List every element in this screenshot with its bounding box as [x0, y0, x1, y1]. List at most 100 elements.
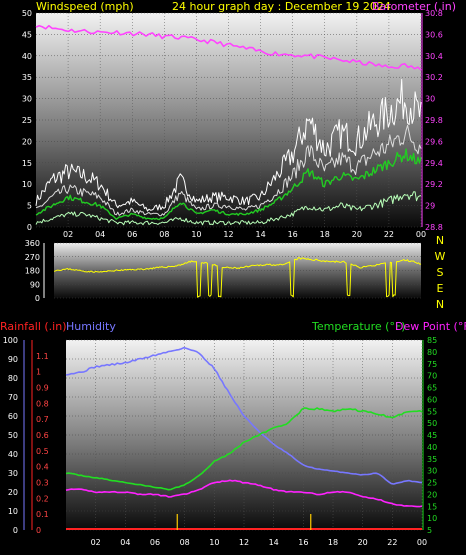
temperature-tick-label: 15 [427, 502, 437, 511]
rainfall-tick-label: 0.5 [36, 447, 49, 456]
wind-x-tick-label: 08 [159, 230, 169, 239]
temperature-tick-label: 5 [427, 526, 432, 535]
windspeed-tick-label: 35 [22, 73, 32, 82]
rainfall-tick-label: 0.2 [36, 494, 49, 503]
temperature-x-tick-label: 12 [239, 538, 249, 547]
temperature-tick-label: 75 [427, 360, 437, 369]
wind-x-tick-label: 16 [288, 230, 298, 239]
humidity-tick-label: 20 [8, 488, 18, 497]
temperature-x-tick-label: 10 [209, 538, 219, 547]
compass-label: N [436, 234, 444, 247]
temperature-tick-label: 65 [427, 384, 437, 393]
windspeed-tick-label: 40 [22, 52, 32, 61]
wind-x-tick-label: 12 [223, 230, 233, 239]
windspeed-tick-label: 10 [22, 180, 32, 189]
humidity-tick-label: 0 [13, 526, 18, 535]
direction-tick-label: 360 [25, 239, 40, 248]
humidity-tick-label: 30 [8, 469, 18, 478]
windspeed-tick-label: 45 [22, 30, 32, 39]
temperature-x-tick-label: 16 [298, 538, 308, 547]
direction-tick-label: 270 [25, 253, 40, 262]
rainfall-tick-label: 0.1 [36, 510, 49, 519]
rainfall-tick-label: 0.3 [36, 479, 49, 488]
direction-tick-label: 90 [30, 280, 40, 289]
compass-label: W [435, 250, 446, 263]
rainfall-tick-label: 0.4 [36, 463, 49, 472]
humidity-tick-label: 10 [8, 507, 18, 516]
rainfall-axis-label: Rainfall (.in) [0, 320, 67, 333]
temperature-axis-label: Temperature (°F) [311, 320, 406, 333]
temperature-tick-label: 30 [427, 467, 437, 476]
rainfall-tick-label: 0.8 [36, 399, 49, 408]
barometer-tick-label: 30.2 [425, 73, 443, 82]
chart-title: 24 hour graph day : December 19 2024 [172, 0, 391, 13]
temperature-x-tick-label: 20 [358, 538, 368, 547]
compass-label: E [437, 282, 444, 295]
barometer-tick-label: 29 [425, 202, 435, 211]
temperature-tick-label: 40 [427, 443, 437, 452]
rainfall-tick-label: 0 [36, 526, 41, 535]
temperature-x-tick-label: 06 [150, 538, 160, 547]
windspeed-tick-label: 50 [22, 9, 32, 18]
temperature-tick-label: 80 [427, 348, 437, 357]
humidity-tick-label: 100 [3, 336, 18, 345]
humidity-tick-label: 50 [8, 431, 18, 440]
direction-tick-label: 0 [35, 294, 40, 303]
temperature-tick-label: 50 [427, 419, 437, 428]
barometer-tick-label: 30.8 [425, 9, 443, 18]
barometer-tick-label: 29.2 [425, 180, 443, 189]
wind-x-tick-label: 04 [95, 230, 105, 239]
temperature-x-tick-label: 02 [91, 538, 101, 547]
temperature-tick-label: 85 [427, 336, 437, 345]
barometer-tick-label: 30.4 [425, 52, 443, 61]
barometer-tick-label: 30 [425, 95, 435, 104]
barometer-tick-label: 29.4 [425, 159, 443, 168]
barometer-tick-label: 30.6 [425, 30, 443, 39]
direction-panel-axes: 0 90 180 270 360 [25, 239, 45, 303]
barometer-axis-label: Barometer (.in) [372, 0, 456, 13]
windspeed-tick-label: 25 [22, 116, 32, 125]
rainfall-tick-label: 0.9 [36, 384, 49, 393]
compass-labels: NWSEN [435, 234, 446, 311]
windspeed-tick-label: 15 [22, 159, 32, 168]
windspeed-tick-label: 30 [22, 95, 32, 104]
temperature-x-tick-label: 22 [387, 538, 397, 547]
wind-x-tick-label: 10 [191, 230, 201, 239]
barometer-tick-label: 28.8 [425, 223, 443, 232]
temperature-tick-label: 70 [427, 372, 437, 381]
temperature-tick-label: 60 [427, 395, 437, 404]
windspeed-tick-label: 5 [27, 202, 32, 211]
temperature-tick-label: 10 [427, 514, 437, 523]
wind-x-tick-label: 20 [352, 230, 362, 239]
temperature-x-tick-label: 08 [180, 538, 190, 547]
dewpoint-axis-label: Dew Point (°F) [395, 320, 466, 333]
temperature-tick-label: 25 [427, 479, 437, 488]
humidity-tick-label: 60 [8, 412, 18, 421]
temperature-tick-label: 35 [427, 455, 437, 464]
windspeed-tick-label: 0 [27, 223, 32, 232]
temperature-x-tick-label: 00 [417, 538, 427, 547]
rainfall-tick-label: 0.6 [36, 431, 49, 440]
humidity-axis-label: Humidity [66, 320, 116, 333]
wind-x-tick-label: 22 [384, 230, 394, 239]
wind-x-tick-label: 06 [127, 230, 137, 239]
compass-label: N [436, 298, 444, 311]
temperature-tick-label: 55 [427, 407, 437, 416]
temperature-x-tick-label: 18 [328, 538, 338, 547]
barometer-tick-label: 29.6 [425, 137, 443, 146]
humidity-tick-label: 70 [8, 393, 18, 402]
temperature-x-tick-label: 04 [120, 538, 130, 547]
rainfall-tick-label: 1.1 [36, 352, 49, 361]
wind-x-tick-label: 02 [63, 230, 73, 239]
compass-label: S [437, 266, 444, 279]
humidity-tick-label: 40 [8, 450, 18, 459]
temperature-x-tick-label: 14 [269, 538, 279, 547]
weather-graph: Windspeed (mph) 24 hour graph day : Dece… [0, 0, 466, 547]
rainfall-tick-label: 0.7 [36, 415, 49, 424]
barometer-tick-label: 29.8 [425, 116, 443, 125]
humidity-tick-label: 80 [8, 374, 18, 383]
wind-x-tick-label: 00 [416, 230, 426, 239]
wind-x-tick-label: 14 [255, 230, 265, 239]
wind-x-tick-label: 18 [320, 230, 330, 239]
windspeed-tick-label: 20 [22, 137, 32, 146]
